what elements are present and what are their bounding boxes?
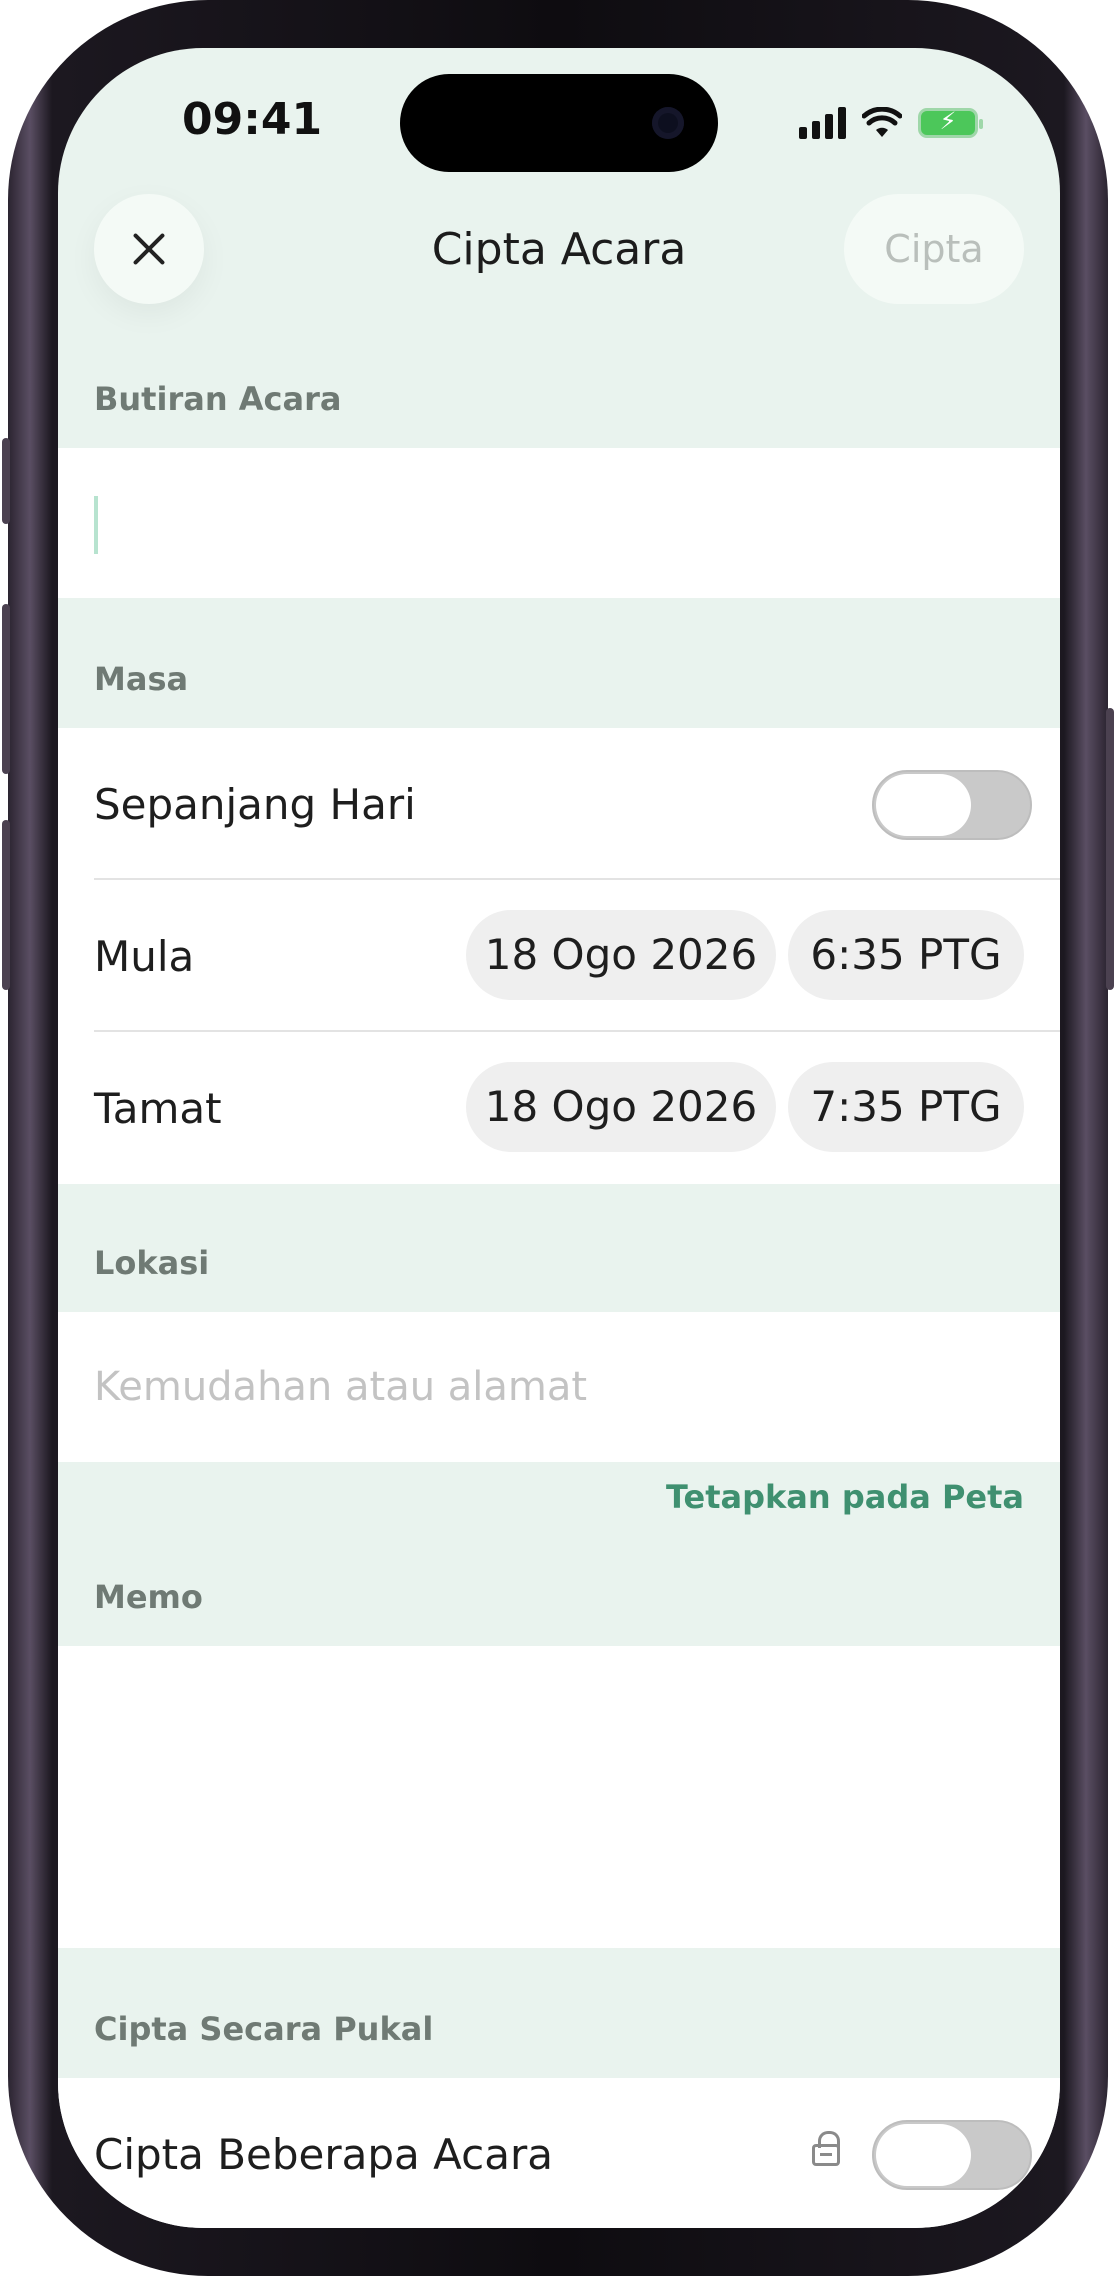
memo-input[interactable]: [58, 1646, 1060, 1948]
start-date-picker[interactable]: 18 Ogo 2026: [466, 910, 776, 1000]
volume-up-button: [2, 604, 10, 774]
create-multiple-label: Cipta Beberapa Acara: [94, 2130, 553, 2179]
camera-icon: [652, 107, 684, 139]
volume-down-button: [2, 820, 10, 990]
status-icons: ⚡: [799, 102, 983, 144]
location-placeholder: Kemudahan atau alamat: [94, 1364, 588, 1410]
cellular-signal-icon: [799, 107, 846, 139]
all-day-label: Sepanjang Hari: [94, 780, 416, 829]
battery-charging-icon: ⚡: [918, 107, 983, 138]
action-button: [2, 438, 10, 524]
screen: 09:41 ⚡ Cipta Acara Cipta Butiran Acara …: [58, 48, 1060, 2228]
section-label-memo: Memo: [94, 1578, 203, 1616]
create-button[interactable]: Cipta: [844, 194, 1024, 304]
start-time-picker[interactable]: 6:35 PTG: [788, 910, 1024, 1000]
section-label-bulk: Cipta Secara Pukal: [94, 2010, 434, 2048]
end-label: Tamat: [94, 1084, 222, 1133]
status-time: 09:41: [182, 94, 323, 145]
wifi-icon: [862, 107, 902, 137]
start-label: Mula: [94, 932, 195, 981]
location-input[interactable]: Kemudahan atau alamat: [58, 1312, 1060, 1462]
dynamic-island: [400, 74, 718, 172]
section-label-details: Butiran Acara: [94, 380, 342, 418]
set-on-map-link[interactable]: Tetapkan pada Peta: [666, 1478, 1024, 1516]
text-cursor: [94, 496, 98, 554]
details-input[interactable]: [58, 448, 1060, 598]
time-block: Sepanjang Hari Mula 18 Ogo 2026 6:35 PTG…: [58, 728, 1060, 1184]
section-label-location: Lokasi: [94, 1244, 210, 1282]
divider: [94, 1030, 1060, 1032]
lock-icon: [812, 2131, 840, 2166]
divider: [94, 878, 1060, 880]
power-button: [1106, 708, 1114, 990]
all-day-toggle[interactable]: [872, 770, 1032, 840]
bulk-block: Cipta Beberapa Acara: [58, 2078, 1060, 2228]
section-label-time: Masa: [94, 660, 189, 698]
end-time-picker[interactable]: 7:35 PTG: [788, 1062, 1024, 1152]
end-date-picker[interactable]: 18 Ogo 2026: [466, 1062, 776, 1152]
create-multiple-toggle[interactable]: [872, 2120, 1032, 2190]
